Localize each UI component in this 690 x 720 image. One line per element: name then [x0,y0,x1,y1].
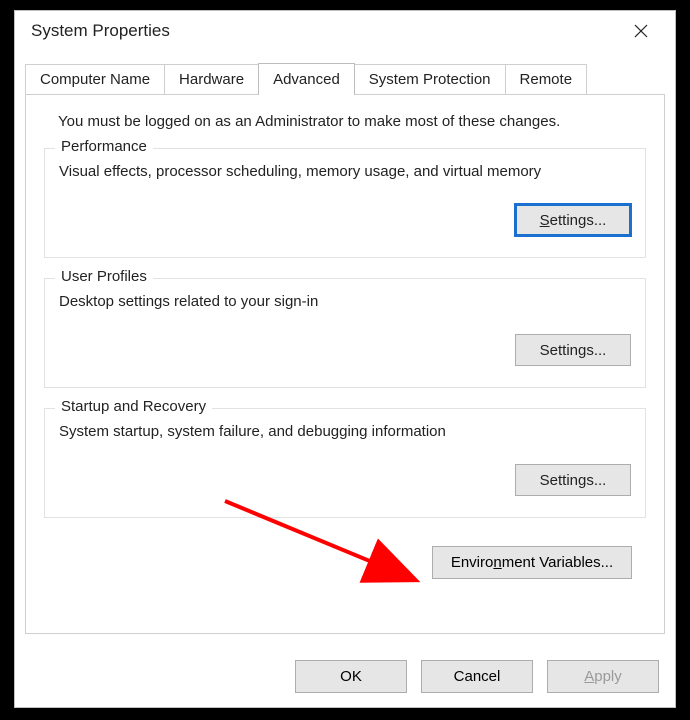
tab-strip: Computer Name Hardware Advanced System P… [25,63,665,94]
ok-button[interactable]: OK [295,660,407,693]
performance-settings-button[interactable]: Settings... [515,204,631,236]
system-properties-dialog: System Properties Computer Name Hardware… [14,10,676,708]
window-title: System Properties [31,21,619,41]
dialog-button-row: OK Cancel Apply [295,660,659,693]
user-profiles-desc: Desktop settings related to your sign-in [59,293,631,310]
cancel-button[interactable]: Cancel [421,660,533,693]
user-profiles-legend: User Profiles [55,268,153,285]
performance-group: Performance Visual effects, processor sc… [44,148,646,258]
apply-button[interactable]: Apply [547,660,659,693]
user-profiles-settings-button[interactable]: Settings... [515,334,631,366]
performance-legend: Performance [55,138,153,155]
startup-recovery-settings-button[interactable]: Settings... [515,464,631,496]
tab-remote[interactable]: Remote [505,64,588,94]
performance-desc: Visual effects, processor scheduling, me… [59,163,631,180]
startup-recovery-desc: System startup, system failure, and debu… [59,423,631,440]
titlebar: System Properties [15,11,675,51]
user-profiles-group: User Profiles Desktop settings related t… [44,278,646,388]
tab-computer-name[interactable]: Computer Name [25,64,165,94]
tab-system-protection[interactable]: System Protection [354,64,506,94]
environment-variables-button[interactable]: Environment Variables... [432,546,632,579]
tab-advanced[interactable]: Advanced [258,63,355,95]
tab-hardware[interactable]: Hardware [164,64,259,94]
close-button[interactable] [619,15,663,47]
admin-notice-text: You must be logged on as an Administrato… [58,113,646,130]
startup-recovery-group: Startup and Recovery System startup, sys… [44,408,646,518]
tab-page-advanced: You must be logged on as an Administrato… [25,94,665,634]
startup-recovery-legend: Startup and Recovery [55,398,212,415]
close-icon [634,24,648,38]
